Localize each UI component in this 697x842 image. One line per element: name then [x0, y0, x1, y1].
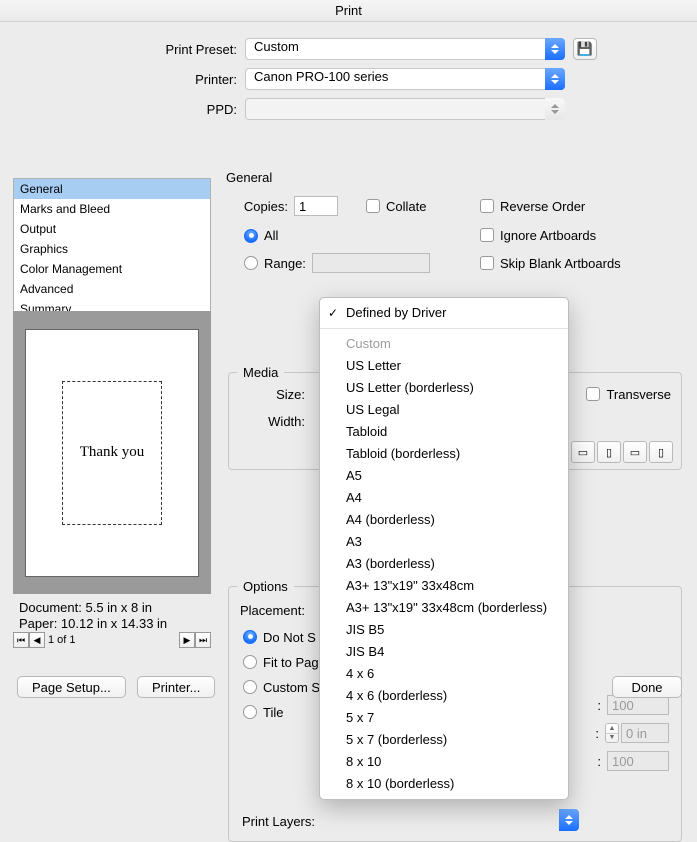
pager-prev[interactable]: ◀	[29, 632, 45, 648]
fit-to-page-radio[interactable]	[243, 655, 257, 669]
skip-blank-checkbox[interactable]	[480, 256, 494, 270]
print-layers-label: Print Layers:	[229, 814, 321, 829]
page-setup-button[interactable]: Page Setup...	[17, 676, 126, 698]
general-section-title: General	[226, 170, 272, 185]
sidebar-item-marks[interactable]: Marks and Bleed	[14, 199, 210, 219]
print-preset-select[interactable]: Custom	[245, 38, 565, 60]
paper-size-label: Paper: 10.12 in x 14.33 in	[19, 616, 205, 632]
orient-icon-4[interactable]: ▯	[649, 441, 673, 463]
range-input	[312, 253, 430, 273]
doc-size-label: Document: 5.5 in x 8 in	[19, 600, 205, 616]
pager-next[interactable]: ▶	[179, 632, 195, 648]
size-option[interactable]: A3	[320, 531, 568, 553]
sidebar-item-advanced[interactable]: Advanced	[14, 279, 210, 299]
window-title: Print	[0, 0, 697, 22]
printer-label: Printer:	[0, 72, 245, 87]
scale-w-input	[607, 695, 669, 715]
size-option: Custom	[320, 333, 568, 355]
overlap-stepper[interactable]: ▲▼	[605, 723, 619, 743]
sidebar-item-output[interactable]: Output	[14, 219, 210, 239]
do-not-scale-label: Do Not S	[263, 630, 316, 645]
orient-icon-1[interactable]: ▭	[571, 441, 595, 463]
size-option[interactable]: 8 x 10 (borderless)	[320, 773, 568, 795]
media-legend: Media	[237, 365, 284, 380]
size-option[interactable]: JIS B4	[320, 641, 568, 663]
size-option[interactable]: US Letter	[320, 355, 568, 377]
placement-label: Placement:	[229, 603, 311, 618]
size-option[interactable]: 4 x 6	[320, 663, 568, 685]
printer-button[interactable]: Printer...	[137, 676, 215, 698]
all-radio[interactable]	[244, 229, 258, 243]
preview-pager[interactable]: ⏮ ◀ 1 of 1 ▶ ⏭	[13, 632, 211, 648]
size-option[interactable]: 5 x 7	[320, 707, 568, 729]
collate-label: Collate	[386, 199, 426, 214]
size-option[interactable]: US Letter (borderless)	[320, 377, 568, 399]
preview-artwork-text: Thank you	[80, 444, 145, 461]
size-option[interactable]: A4 (borderless)	[320, 509, 568, 531]
all-label: All	[264, 228, 278, 243]
size-option[interactable]: A3+ 13"x19" 33x48cm	[320, 575, 568, 597]
sidebar-item-general[interactable]: General	[14, 179, 210, 199]
sidebar-item-graphics[interactable]: Graphics	[14, 239, 210, 259]
transverse-label: Transverse	[606, 387, 671, 402]
pager-page-label: 1 of 1	[45, 634, 79, 646]
done-button[interactable]: Done	[612, 676, 682, 698]
size-option[interactable]: 8 x 10	[320, 751, 568, 773]
pager-last[interactable]: ⏭	[195, 632, 211, 648]
reverse-order-checkbox[interactable]	[480, 199, 494, 213]
printer-select[interactable]: Canon PRO-100 series	[245, 68, 565, 90]
tile-radio[interactable]	[243, 705, 257, 719]
size-option[interactable]: A5	[320, 465, 568, 487]
custom-scale-radio[interactable]	[243, 680, 257, 694]
options-legend: Options	[237, 579, 294, 594]
save-icon: 💾	[577, 41, 593, 57]
pager-first[interactable]: ⏮	[13, 632, 29, 648]
save-preset-button[interactable]: 💾	[573, 38, 597, 60]
ppd-label: PPD:	[0, 102, 245, 117]
print-preset-label: Print Preset:	[0, 42, 245, 57]
settings-sidebar[interactable]: General Marks and Bleed Output Graphics …	[13, 178, 211, 320]
transverse-checkbox[interactable]	[586, 387, 600, 401]
orient-icon-2[interactable]: ▯	[597, 441, 621, 463]
media-size-dropdown[interactable]: Defined by Driver CustomUS LetterUS Lette…	[319, 297, 569, 800]
copies-input[interactable]	[294, 196, 338, 216]
do-not-scale-radio[interactable]	[243, 630, 257, 644]
size-option[interactable]: JIS B5	[320, 619, 568, 641]
copies-label: Copies:	[240, 199, 294, 214]
print-preview: Thank you	[13, 311, 211, 594]
skip-blank-label: Skip Blank Artboards	[500, 256, 621, 271]
scale-h-input	[607, 751, 669, 771]
preview-artboard: Thank you	[62, 381, 162, 525]
sidebar-item-color[interactable]: Color Management	[14, 259, 210, 279]
range-label: Range:	[264, 256, 306, 271]
preview-page: Thank you	[25, 329, 199, 577]
fit-to-page-label: Fit to Pag	[263, 655, 319, 670]
tile-label: Tile	[263, 705, 283, 720]
ignore-artboards-checkbox[interactable]	[480, 228, 494, 242]
width-label: Width:	[229, 414, 311, 429]
reverse-order-label: Reverse Order	[500, 199, 585, 214]
size-option[interactable]: A3+ 13"x19" 33x48cm (borderless)	[320, 597, 568, 619]
size-option[interactable]: 5 x 7 (borderless)	[320, 729, 568, 751]
custom-scale-label: Custom S	[263, 680, 320, 695]
size-option[interactable]: Tabloid (borderless)	[320, 443, 568, 465]
size-option[interactable]: Defined by Driver	[320, 302, 568, 324]
size-option[interactable]: US Legal	[320, 399, 568, 421]
size-option[interactable]: Tabloid	[320, 421, 568, 443]
ignore-artboards-label: Ignore Artboards	[500, 228, 596, 243]
range-radio[interactable]	[244, 256, 258, 270]
size-option[interactable]: A4	[320, 487, 568, 509]
size-option[interactable]: 4 x 6 (borderless)	[320, 685, 568, 707]
ppd-select	[245, 98, 565, 120]
overlap-input	[621, 723, 669, 743]
size-label: Size:	[229, 387, 311, 402]
orient-icon-3[interactable]: ▭	[623, 441, 647, 463]
collate-checkbox[interactable]	[366, 199, 380, 213]
size-option[interactable]: A3 (borderless)	[320, 553, 568, 575]
